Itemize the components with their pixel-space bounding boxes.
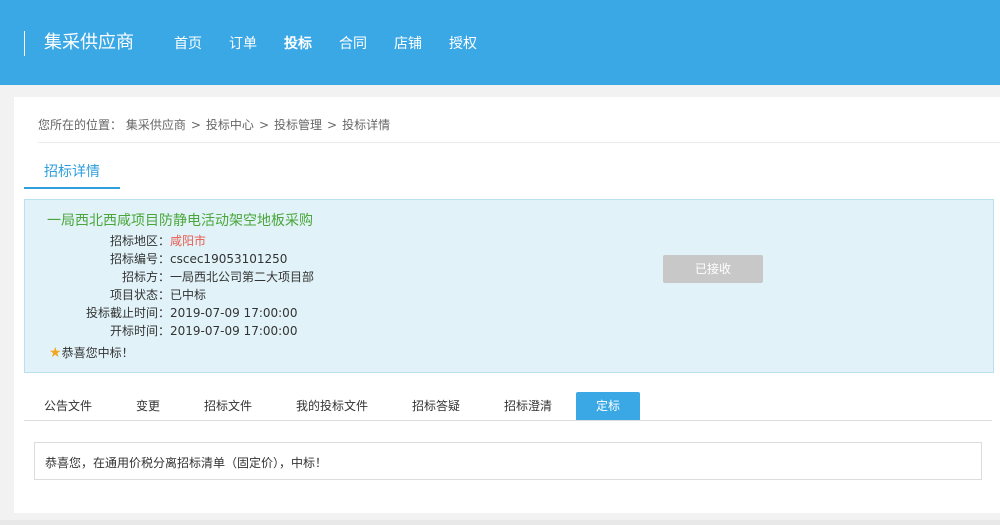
content-card: 您所在的位置： 集采供应商 > 投标中心 > 投标管理 > 投标详情 招标详情 一局西北西咸… <box>14 97 1000 513</box>
field-label: 招标方： <box>121 270 170 284</box>
field-region: 招标地区：咸阳市 <box>25 232 206 250</box>
field-value: cscec19053101250 <box>170 252 288 266</box>
tab-tender-files[interactable]: 招标文件 <box>204 392 252 420</box>
section-tab-label: 招标详情 <box>44 164 100 180</box>
star-icon: ★ <box>49 345 62 361</box>
tab-changes[interactable]: 变更 <box>136 392 160 420</box>
award-result-box: 恭喜您，在通用价税分离招标清单（固定价），中标！ <box>34 442 982 480</box>
tab-my-bid-files[interactable]: 我的投标文件 <box>296 392 368 420</box>
field-value: 咸阳市 <box>170 234 207 248</box>
breadcrumb-item-bidding-center[interactable]: 投标中心 <box>206 118 254 132</box>
field-project-status: 项目状态：已中标 <box>25 286 206 304</box>
nav-bidding[interactable]: 投标 <box>284 35 312 53</box>
field-value: 2019-07-09 17:00:00 <box>170 324 298 338</box>
footer-strip <box>0 520 1000 525</box>
congrats-message: ★恭喜您中标！ <box>49 344 134 362</box>
field-label: 招标编号： <box>109 252 170 266</box>
breadcrumb: 您所在的位置： 集采供应商 > 投标中心 > 投标管理 > 投标详情 <box>38 116 390 133</box>
field-value: 一局西北公司第二大项目部 <box>170 270 315 284</box>
tender-info-panel: 一局西北西咸项目防静电活动架空地板采购 招标地区：咸阳市 招标编号：cscec1… <box>24 199 994 373</box>
breadcrumb-item-current: 投标详情 <box>342 118 391 132</box>
section-tab-tender-details[interactable]: 招标详情 <box>24 157 120 189</box>
document-tabs: 公告文件 变更 招标文件 我的投标文件 招标答疑 招标澄清 定标 <box>24 392 992 421</box>
received-button[interactable]: 已接收 <box>663 255 763 283</box>
breadcrumb-separator: > <box>327 118 338 132</box>
field-label: 招标地区： <box>109 234 170 248</box>
congrats-text: 恭喜您中标！ <box>61 346 134 360</box>
field-value: 已中标 <box>170 288 207 302</box>
nav-contracts[interactable]: 合同 <box>339 35 367 53</box>
field-opening-time: 开标时间：2019-07-09 17:00:00 <box>25 322 297 340</box>
top-header: 集采供应商 首页 订单 投标 合同 店铺 授权 <box>0 0 1000 85</box>
tender-title: 一局西北西咸项目防静电活动架空地板采购 <box>47 213 313 229</box>
breadcrumb-divider <box>38 142 1000 143</box>
nav-authorization[interactable]: 授权 <box>449 35 477 53</box>
field-tender-number: 招标编号：cscec19053101250 <box>25 250 287 268</box>
tab-award[interactable]: 定标 <box>576 392 640 420</box>
field-value: 2019-07-09 17:00:00 <box>170 306 298 320</box>
brand-title[interactable]: 集采供应商 <box>44 32 134 54</box>
field-label: 投标截止时间： <box>85 306 170 320</box>
nav-orders[interactable]: 订单 <box>229 35 257 53</box>
tab-tender-qa[interactable]: 招标答疑 <box>412 392 460 420</box>
field-label: 开标时间： <box>109 324 170 338</box>
tab-tender-clarification[interactable]: 招标澄清 <box>504 392 552 420</box>
tab-announcement-files[interactable]: 公告文件 <box>44 392 92 420</box>
breadcrumb-prefix: 您所在的位置： <box>38 118 123 132</box>
breadcrumb-separator: > <box>258 118 269 132</box>
field-label: 项目状态： <box>109 288 170 302</box>
field-tenderer: 招标方：一局西北公司第二大项目部 <box>25 268 314 286</box>
main-nav: 首页 订单 投标 合同 店铺 授权 <box>174 35 504 53</box>
nav-home[interactable]: 首页 <box>174 35 202 53</box>
field-bid-deadline: 投标截止时间：2019-07-09 17:00:00 <box>25 304 297 322</box>
breadcrumb-item-supplier[interactable]: 集采供应商 <box>126 118 186 132</box>
breadcrumb-item-bidding-management[interactable]: 投标管理 <box>274 118 322 132</box>
brand-divider <box>24 31 25 56</box>
nav-store[interactable]: 店铺 <box>394 35 422 53</box>
breadcrumb-separator: > <box>190 118 201 132</box>
